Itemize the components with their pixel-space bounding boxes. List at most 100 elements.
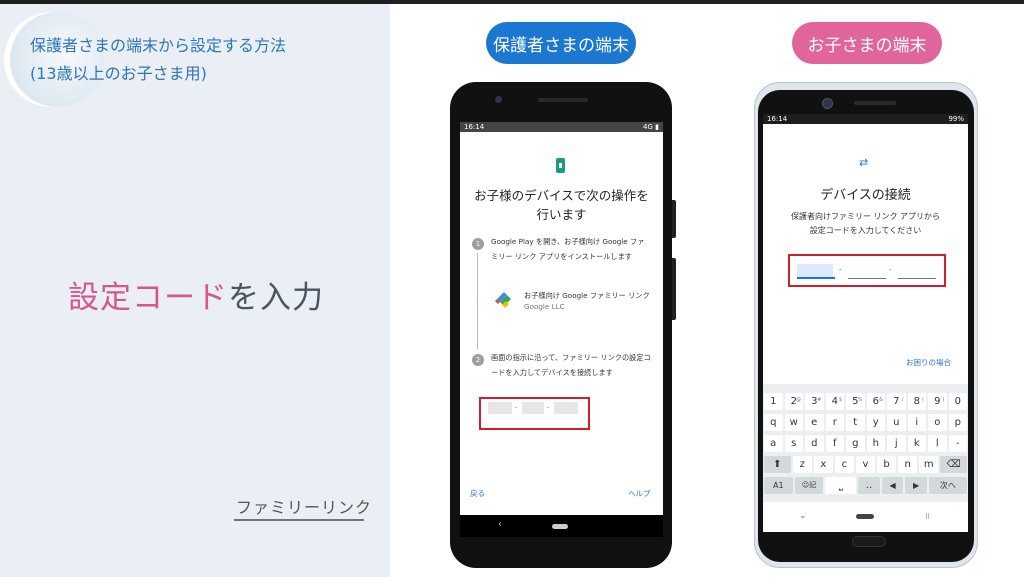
emoji-key[interactable]: ☺記 (794, 477, 824, 494)
app-listing[interactable]: お子様向け Google ファミリー リンク Google LLC (524, 290, 654, 312)
step-1-number: 1 (472, 238, 484, 250)
key[interactable]: q (764, 414, 783, 431)
key[interactable]: m (919, 456, 939, 473)
phone-download-icon (556, 158, 565, 173)
key[interactable]: 1 (764, 393, 783, 410)
key[interactable]: y (866, 414, 885, 431)
key[interactable]: j (887, 435, 906, 452)
brand-label: ファミリーリンク (236, 498, 373, 517)
step-connector (477, 253, 478, 349)
cursor-right-icon[interactable]: ▶ (905, 477, 927, 494)
key[interactable]: - (948, 435, 967, 452)
headline-rest: を入力 (228, 280, 324, 316)
space-key[interactable]: ⎵ (825, 477, 857, 494)
key[interactable]: (8 (907, 393, 926, 410)
swap-arrows-icon: ⇄ (859, 156, 869, 169)
parent-nav-bar: ‹ (460, 515, 663, 537)
mode-switch-key[interactable]: A1 (764, 477, 793, 494)
key[interactable]: t (846, 414, 865, 431)
keyboard-row-function: A1 ☺記 ⎵ .. ◀ ▶ 次へ (763, 476, 968, 495)
app-name: お子様向け Google ファミリー リンク (524, 291, 650, 300)
parent-device-label: 保護者さまの端末 (486, 22, 636, 64)
help-link[interactable]: ヘルプ (628, 488, 651, 499)
screen-title: お子様のデバイスで次の操作を 行います (460, 186, 663, 224)
step-1-text: Google Play を開き、お子様向け Google ファミリー リンク ア… (491, 237, 645, 261)
key[interactable]: l (928, 435, 947, 452)
key[interactable]: @2 (784, 393, 803, 410)
key[interactable]: s (784, 435, 803, 452)
keyboard-row-top: q w e r t y u i o p (763, 413, 968, 432)
next-key[interactable]: 次へ (928, 477, 967, 494)
status-time: 16:14 (464, 123, 485, 131)
key[interactable]: % 5 (846, 393, 865, 410)
key[interactable]: x (813, 456, 833, 473)
key[interactable]: #3 (805, 393, 824, 410)
earpiece (538, 98, 588, 102)
key[interactable]: & 6 (866, 393, 885, 410)
back-link[interactable]: 戻る (470, 488, 485, 499)
screen-title-line-2: 行います (536, 207, 587, 222)
nav-home-pill[interactable] (856, 514, 874, 519)
app-publisher: Google LLC (524, 302, 565, 311)
key[interactable]: p (948, 414, 967, 431)
key[interactable]: $4 (825, 393, 844, 410)
step-2-number: 2 (472, 354, 484, 366)
keyboard-row-bottom: ⬆ z x c v b n m ⌫ (763, 455, 968, 474)
nav-down-icon[interactable]: ⌄ (799, 511, 807, 521)
key[interactable]: v (855, 456, 876, 473)
child-device-label: お子さまの端末 (792, 22, 942, 64)
nav-menu-icon[interactable]: ⠿ (925, 513, 930, 521)
parent-screen: 16:14 4G ▮ お子様のデバイスで次の操作を 行います 1 Google … (460, 122, 663, 515)
key[interactable]: ) 9 (928, 393, 947, 410)
key[interactable]: o (928, 414, 947, 431)
key[interactable]: f (825, 435, 844, 452)
child-nav-bar: ⌄ ⠿ (763, 502, 968, 532)
key[interactable]: g (846, 435, 865, 452)
key[interactable]: h (866, 435, 885, 452)
headline-highlight: 設定コード (68, 280, 228, 316)
cursor-left-icon[interactable]: ◀ (881, 477, 904, 494)
status-icons: 4G ▮ (643, 123, 659, 131)
punctuation-key[interactable]: .. (858, 477, 880, 494)
backspace-key-icon[interactable]: ⌫ (940, 456, 967, 473)
status-battery: 99% (948, 115, 964, 123)
brand-underline (234, 519, 364, 521)
key[interactable]: b (877, 456, 897, 473)
family-link-app-icon (495, 292, 511, 308)
key[interactable]: i (907, 414, 926, 431)
slide-title: 保護者さまの端末から設定する方法 (13歳以上のお子さま用) (30, 32, 286, 88)
nav-home-pill[interactable] (552, 524, 568, 529)
title-line-1: 保護者さまの端末から設定する方法 (30, 36, 287, 55)
key[interactable]: a (764, 435, 783, 452)
subtitle-line-1: 保護者向けファミリー リンク アプリから (790, 212, 941, 221)
earpiece (854, 101, 896, 105)
key[interactable]: d (805, 435, 824, 452)
trouble-link[interactable]: お困りの場合 (906, 357, 951, 368)
volume-button (672, 200, 676, 238)
child-screen: 16:14 99% ⇄ デバイスの接続 保護者向けファミリー リンク アプリから… (763, 114, 968, 532)
power-button (672, 258, 676, 320)
screen-title: デバイスの接続 (820, 188, 911, 203)
subtitle-line-2: 設定コードを入力してください (809, 226, 922, 235)
key[interactable]: 0 (948, 393, 967, 410)
key[interactable]: k (907, 435, 926, 452)
front-camera (495, 96, 502, 103)
key[interactable]: w (784, 414, 803, 431)
keyboard-row-numbers: 1 @2 #3 $4 % 5 & 6 /7 (8 ) 9 0 (763, 392, 968, 411)
key[interactable]: n (898, 456, 918, 473)
key[interactable]: e (805, 414, 824, 431)
nav-back-icon[interactable]: ‹ (498, 519, 502, 530)
screen-title-line-1: お子様のデバイスで次の操作を (474, 188, 649, 203)
left-panel: 保護者さまの端末から設定する方法 (13歳以上のお子さま用) 設定コードを入力 … (0, 4, 390, 577)
step-2-text: 画面の指示に沿って、ファミリー リンクの設定コードを入力してデバイスを接続します (491, 353, 651, 377)
key[interactable]: z (792, 456, 812, 473)
key[interactable]: r (825, 414, 844, 431)
setup-code-highlight (479, 397, 590, 430)
key[interactable]: u (887, 414, 906, 431)
shift-key-icon[interactable]: ⬆ (764, 456, 791, 473)
chin-button (852, 536, 886, 547)
keyboard-row-middle: a s d f g h j k l - (763, 434, 968, 453)
key[interactable]: /7 (887, 393, 906, 410)
setup-code-highlight (788, 254, 946, 287)
key[interactable]: c (834, 456, 854, 473)
